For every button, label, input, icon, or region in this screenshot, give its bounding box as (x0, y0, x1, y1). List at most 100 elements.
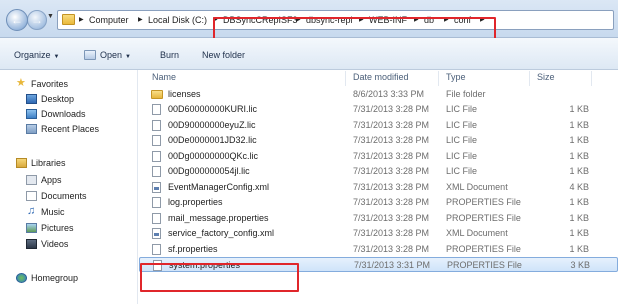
file-name: 00Dg000000054jl.lic (168, 166, 250, 177)
file-row[interactable]: 00D90000000eyuZ.lic 7/31/2013 3:28 PM LIC … (139, 118, 618, 133)
file-size: 1 KB (569, 243, 589, 254)
file-size: 1 KB (569, 197, 589, 208)
sidebar-item-label: Downloads (41, 109, 86, 119)
file-row[interactable]: EventManagerConfig.xml 7/31/2013 3:28 PM X… (139, 180, 618, 195)
organize-label: Organize (14, 50, 51, 60)
column-header-type[interactable]: Type (446, 72, 466, 82)
sidebar-item-label: Recent Places (41, 124, 100, 134)
file-row[interactable]: sf.properties 7/31/2013 3:28 PM PROPERTIES… (139, 242, 618, 257)
breadcrumb-computer[interactable]: Computer (89, 11, 129, 29)
breadcrumb-dbsync-repl[interactable]: dbsync-repl (306, 11, 353, 29)
file-name: sf.properties (168, 243, 218, 254)
file-name: service_factory_config.xml (168, 228, 275, 239)
file-row[interactable]: log.properties 7/31/2013 3:28 PM PROPERTIE… (139, 195, 618, 210)
column-divider[interactable] (529, 71, 530, 86)
open-label: Open (100, 50, 123, 60)
file-row[interactable]: 00D60000000KURI.lic 7/31/2013 3:28 PM LIC … (139, 102, 618, 117)
file-date-modified: 7/31/2013 3:28 PM (353, 150, 430, 161)
recent-places-icon (26, 124, 37, 134)
column-header-name[interactable]: Name (152, 72, 176, 82)
column-header-date-modified[interactable]: Date modified (353, 72, 409, 82)
organize-button[interactable]: Organize ▼ (14, 47, 59, 63)
breadcrumb-local-disk[interactable]: Local Disk (C:) (148, 11, 207, 29)
file-name: EventManagerConfig.xml (168, 181, 270, 192)
chevron-right-icon[interactable]: ▶ (480, 11, 485, 29)
sidebar-item-label: Apps (41, 175, 62, 185)
chevron-right-icon[interactable]: ▶ (138, 11, 143, 29)
sidebar-item-label: Pictures (41, 223, 74, 233)
sidebar-item-label: Libraries (31, 158, 66, 168)
new-folder-button[interactable]: New folder (202, 47, 245, 63)
documents-icon (26, 191, 37, 201)
xml-file-icon (152, 181, 161, 193)
back-arrow-icon[interactable]: ← (6, 9, 28, 31)
file-row[interactable]: service_factory_config.xml 7/31/2013 3:28… (139, 226, 618, 241)
burn-button[interactable]: Burn (160, 47, 179, 63)
document-icon (153, 259, 162, 271)
address-bar[interactable]: ▶ Computer ▶ Local Disk (C:) ▶ DBSyncCRe… (57, 10, 614, 30)
chevron-down-icon: ▼ (125, 54, 131, 60)
chevron-right-icon[interactable]: ▶ (296, 11, 301, 29)
file-type: LIC File (446, 150, 478, 161)
navigation-pane: ★ Favorites Desktop Downloads Recent Pla… (0, 70, 138, 304)
column-divider[interactable] (345, 71, 346, 86)
file-name: mail_message.properties (168, 212, 269, 223)
file-row[interactable]: 00Dg00000000QKc.lic 7/31/2013 3:28 PM LIC … (139, 149, 618, 164)
file-type: LIC File (446, 119, 478, 130)
file-type: XML Document (446, 228, 508, 239)
file-row[interactable]: 00De0000001JD32.lic 7/31/2013 3:28 PM LIC … (139, 133, 618, 148)
file-date-modified: 7/31/2013 3:28 PM (353, 119, 430, 130)
desktop-icon (26, 94, 37, 104)
file-date-modified: 7/31/2013 3:28 PM (353, 166, 430, 177)
file-list: licenses 8/6/2013 3:33 PM File folder 00D60… (139, 87, 618, 304)
breadcrumb-db[interactable]: db (424, 11, 434, 29)
sidebar-item-label: Music (41, 207, 65, 217)
file-row[interactable]: system.properties 7/31/2013 3:31 PM PROPER… (139, 256, 618, 272)
column-header-size[interactable]: Size (537, 72, 555, 82)
document-icon (152, 243, 161, 255)
file-type: LIC File (446, 104, 478, 115)
document-icon (152, 150, 161, 162)
file-type: XML Document (446, 181, 508, 192)
recent-pages-dropdown-icon[interactable]: ▼ (47, 13, 54, 20)
column-divider[interactable] (591, 71, 592, 86)
chevron-right-icon[interactable]: ▶ (79, 11, 84, 29)
chevron-right-icon[interactable]: ▶ (414, 11, 419, 29)
star-icon: ★ (16, 77, 26, 89)
column-divider[interactable] (438, 71, 439, 86)
open-button[interactable]: Open ▼ (84, 47, 131, 63)
breadcrumb-conf[interactable]: conf (454, 11, 471, 29)
forward-arrow-icon[interactable]: → (27, 10, 47, 30)
folder-icon (151, 90, 163, 99)
file-date-modified: 7/31/2013 3:28 PM (353, 135, 430, 146)
document-icon (152, 197, 161, 209)
sidebar-item-label: Desktop (41, 94, 75, 104)
file-size: 1 KB (569, 104, 589, 115)
file-date-modified: 7/31/2013 3:28 PM (353, 243, 430, 254)
file-row[interactable]: licenses 8/6/2013 3:33 PM File folder (139, 87, 618, 102)
breadcrumb-web-inf[interactable]: WEB-INF (369, 11, 407, 29)
folder-icon (62, 14, 75, 25)
file-type: LIC File (446, 166, 478, 177)
file-type: PROPERTIES File (446, 243, 521, 254)
file-row[interactable]: mail_message.properties 7/31/2013 3:28 PM… (139, 211, 618, 226)
chevron-right-icon[interactable]: ▶ (213, 11, 218, 29)
chevron-right-icon[interactable]: ▶ (359, 11, 364, 29)
file-size: 1 KB (569, 150, 589, 161)
downloads-icon (26, 109, 37, 119)
breadcrumb-dbsync-crep[interactable]: DBSyncCRepISF3 (223, 11, 298, 29)
file-size: 3 KB (570, 259, 590, 270)
file-name: log.properties (168, 197, 223, 208)
file-size: 1 KB (569, 212, 589, 223)
file-row[interactable]: 00Dg000000054jl.lic 7/31/2013 3:28 PM LIC … (139, 164, 618, 179)
document-icon (152, 119, 161, 131)
file-name: 00D90000000eyuZ.lic (168, 119, 256, 130)
command-toolbar: Organize ▼ Open ▼ Burn New folder (0, 38, 618, 70)
file-type: PROPERTIES File (446, 197, 521, 208)
file-size: 1 KB (569, 135, 589, 146)
chevron-right-icon[interactable]: ▶ (444, 11, 449, 29)
file-date-modified: 7/31/2013 3:28 PM (353, 104, 430, 115)
address-bar-row: ← → ▼ ▶ Computer ▶ Local Disk (C:) ▶ DBS… (0, 0, 618, 38)
file-type: File folder (446, 89, 486, 99)
file-type: PROPERTIES File (446, 212, 521, 223)
